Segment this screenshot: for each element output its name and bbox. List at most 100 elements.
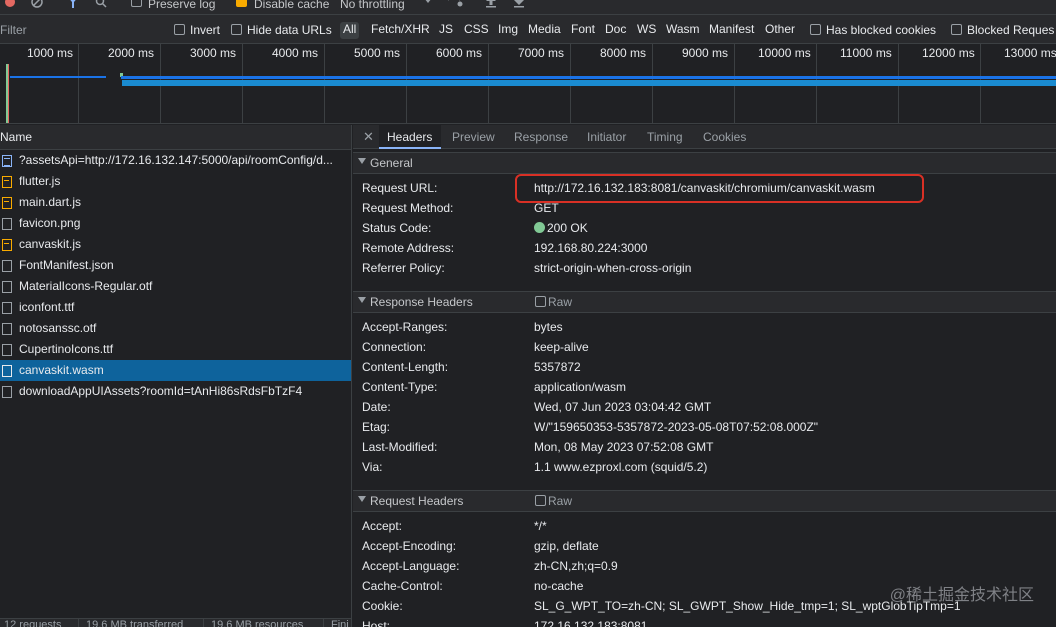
triangle-down-icon xyxy=(358,297,366,303)
export-har-icon[interactable] xyxy=(513,0,525,8)
type-filter-ws[interactable]: WS xyxy=(635,22,658,39)
header-value: Wed, 07 Jun 2023 03:04:42 GMT xyxy=(534,400,712,414)
request-row[interactable]: ?assetsApi=http://172.16.132.147:5000/ap… xyxy=(0,150,351,171)
type-filter-img[interactable]: Img xyxy=(496,22,520,39)
header-key: Last-Modified: xyxy=(362,440,438,454)
request-row[interactable]: canvaskit.wasm xyxy=(0,360,351,381)
invert-checkbox[interactable] xyxy=(174,24,185,36)
file-icon xyxy=(2,385,12,398)
invert-option[interactable]: Invert xyxy=(174,23,220,37)
hide-data-urls-option[interactable]: Hide data URLs xyxy=(231,23,332,37)
request-row[interactable]: FontManifest.json xyxy=(0,255,351,276)
timeline-tick-label: 8000 ms xyxy=(600,46,647,60)
header-value: GET xyxy=(534,201,559,215)
clear-icon[interactable] xyxy=(31,0,43,8)
type-filter-fetch-xhr[interactable]: Fetch/XHR xyxy=(369,22,432,39)
type-filter-media[interactable]: Media xyxy=(526,22,563,39)
triangle-down-icon xyxy=(358,158,366,164)
header-key: Cache-Control: xyxy=(362,579,443,593)
request-name: downloadAppUIAssets?roomId=tAnHi86sRdsFb… xyxy=(19,384,303,398)
type-filter-wasm[interactable]: Wasm xyxy=(664,22,702,39)
tab-headers[interactable]: Headers xyxy=(387,130,432,144)
throttling-select[interactable]: No throttling xyxy=(340,0,405,11)
type-filter-manifest[interactable]: Manifest xyxy=(707,22,756,39)
header-value: 5357872 xyxy=(534,360,581,374)
has-blocked-cookies-checkbox[interactable] xyxy=(810,24,821,36)
request-name: CupertinoIcons.ttf xyxy=(19,342,114,356)
request-details-pane: ✕ Headers Preview Response Initiator Tim… xyxy=(353,125,1056,627)
search-icon[interactable] xyxy=(95,0,107,8)
preserve-log-checkbox[interactable] xyxy=(131,0,142,7)
timeline-tick-label: 11000 ms xyxy=(840,46,892,60)
filter-icon[interactable] xyxy=(66,0,80,8)
header-row: Date: Wed, 07 Jun 2023 03:04:42 GMT xyxy=(353,398,1056,418)
header-key: Remote Address: xyxy=(362,241,455,255)
request-headers-section-header[interactable]: Request Headers Raw xyxy=(353,490,1056,512)
tab-response[interactable]: Response xyxy=(514,130,568,144)
request-bar xyxy=(121,76,1056,79)
request-row[interactable]: canvaskit.js xyxy=(0,234,351,255)
raw-checkbox[interactable] xyxy=(535,296,546,308)
blocked-requests-checkbox[interactable] xyxy=(951,24,962,36)
request-row[interactable]: MaterialIcons-Regular.otf xyxy=(0,276,351,297)
header-key: Connection: xyxy=(362,340,427,354)
watermark-text: @稀土掘金技术社区 xyxy=(889,587,1034,604)
timeline-tick-label: 9000 ms xyxy=(682,46,729,60)
type-filter-all[interactable]: All xyxy=(340,22,360,39)
request-row[interactable]: main.dart.js xyxy=(0,192,351,213)
type-filter-css[interactable]: CSS xyxy=(462,22,491,39)
raw-toggle[interactable]: Raw xyxy=(535,295,572,309)
invert-label: Invert xyxy=(190,23,221,37)
header-key: Request Method: xyxy=(362,201,454,215)
general-section-header[interactable]: General xyxy=(353,152,1056,174)
raw-toggle[interactable]: Raw xyxy=(535,494,572,508)
request-row[interactable]: CupertinoIcons.ttf xyxy=(0,339,351,360)
import-har-icon[interactable] xyxy=(485,0,497,8)
response-headers-section-header[interactable]: Response Headers Raw xyxy=(353,291,1056,313)
request-row[interactable]: favicon.png xyxy=(0,213,351,234)
request-row[interactable]: notosanssc.otf xyxy=(0,318,351,339)
record-icon[interactable] xyxy=(4,0,16,8)
file-icon xyxy=(2,217,12,230)
header-row: Last-Modified: Mon, 08 May 2023 07:52:08 … xyxy=(353,438,1056,458)
type-filter-js[interactable]: JS xyxy=(437,22,455,39)
load-marker xyxy=(8,64,9,123)
blocked-requests-option[interactable]: Blocked Reques xyxy=(951,23,1054,37)
request-bar xyxy=(122,80,1056,86)
details-tabbar: ✕ Headers Preview Response Initiator Tim… xyxy=(353,125,1056,149)
raw-checkbox[interactable] xyxy=(535,495,546,507)
header-value: 1.1 www.ezproxl.com (squid/5.2) xyxy=(534,460,708,474)
timeline-tick-label: 3000 ms xyxy=(190,46,237,60)
tab-initiator[interactable]: Initiator xyxy=(587,130,626,144)
filter-input[interactable] xyxy=(0,20,160,40)
header-row: Remote Address: 192.168.80.224:3000 xyxy=(353,239,1056,259)
has-blocked-cookies-option[interactable]: Has blocked cookies xyxy=(810,23,936,37)
timeline-tick-label: 1000 ms xyxy=(27,46,74,60)
filter-bar: Invert Hide data URLs All Fetch/XHR JS C… xyxy=(0,14,1056,44)
tab-cookies[interactable]: Cookies xyxy=(703,130,746,144)
name-column-header[interactable]: Name xyxy=(0,125,351,150)
request-name: main.dart.js xyxy=(19,195,82,209)
request-row[interactable]: flutter.js xyxy=(0,171,351,192)
header-row: Content-Type: application/wasm xyxy=(353,378,1056,398)
file-icon xyxy=(2,364,12,377)
header-value: strict-origin-when-cross-origin xyxy=(534,261,692,275)
request-row[interactable]: downloadAppUIAssets?roomId=tAnHi86sRdsFb… xyxy=(0,381,351,402)
chevron-down-icon[interactable] xyxy=(424,0,432,4)
network-conditions-icon[interactable] xyxy=(447,0,463,8)
timeline-tick-label: 4000 ms xyxy=(272,46,319,60)
tab-timing[interactable]: Timing xyxy=(647,130,683,144)
type-filter-font[interactable]: Font xyxy=(569,22,597,39)
status-separator xyxy=(78,619,79,627)
disable-cache-checkbox[interactable] xyxy=(236,0,247,7)
header-key: Date: xyxy=(362,400,391,414)
request-row[interactable]: iconfont.ttf xyxy=(0,297,351,318)
close-icon[interactable]: ✕ xyxy=(363,129,374,145)
timeline-overview[interactable]: 1000 ms 2000 ms 3000 ms 4000 ms 5000 ms … xyxy=(0,44,1056,124)
hide-data-urls-checkbox[interactable] xyxy=(231,24,242,36)
type-filter-doc[interactable]: Doc xyxy=(603,22,628,39)
section-title: General xyxy=(370,156,413,170)
status-separator xyxy=(323,619,324,627)
type-filter-other[interactable]: Other xyxy=(763,22,797,39)
tab-preview[interactable]: Preview xyxy=(452,130,495,144)
